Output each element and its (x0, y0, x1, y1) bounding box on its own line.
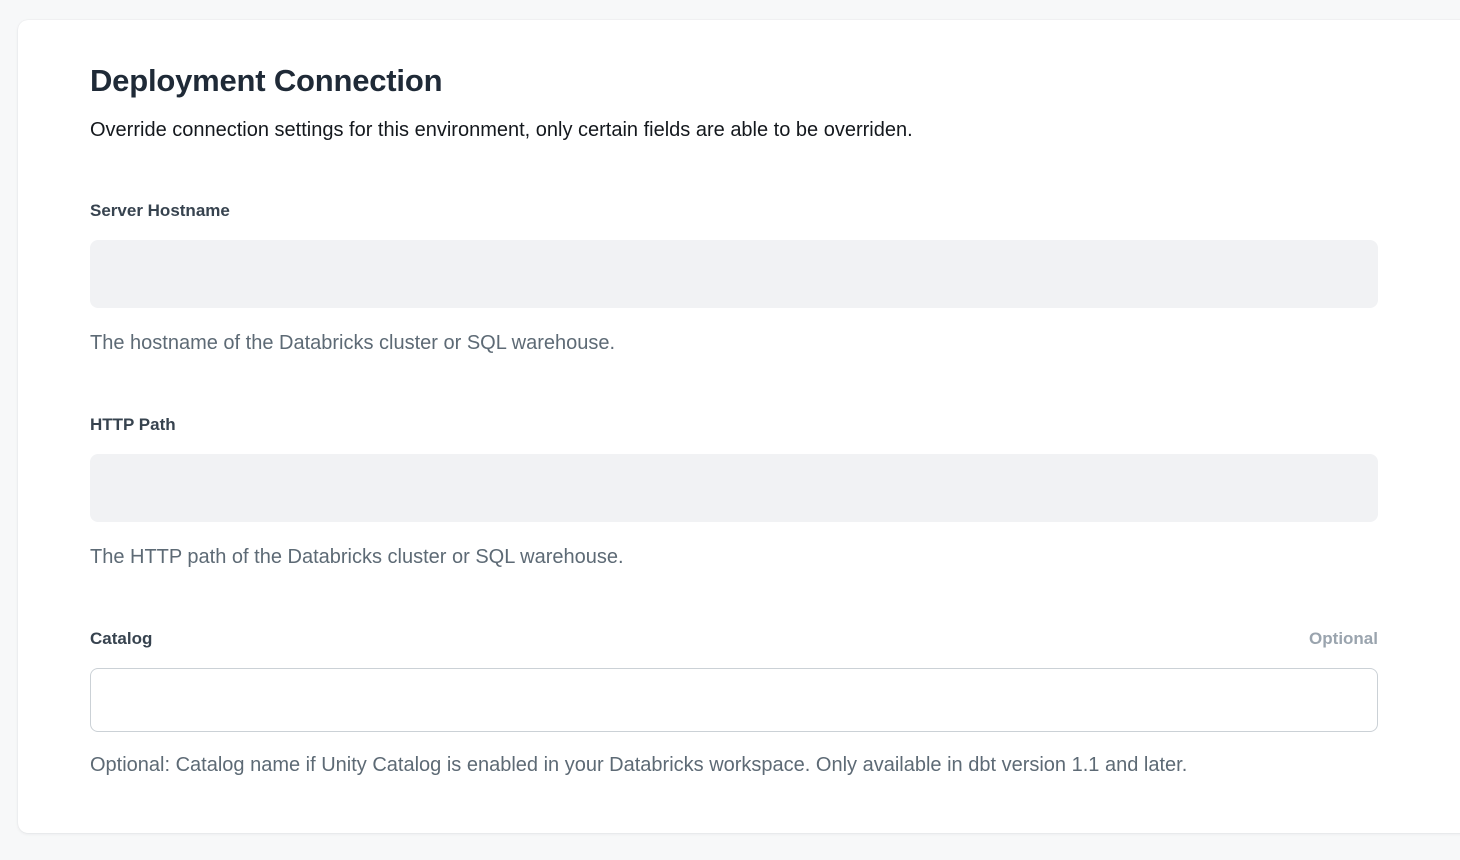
deployment-connection-card: Deployment Connection Override connectio… (18, 20, 1460, 833)
server-hostname-helper: The hostname of the Databricks cluster o… (90, 330, 1378, 356)
server-hostname-input (90, 240, 1378, 308)
page-background: Deployment Connection Override connectio… (0, 0, 1460, 860)
field-catalog: Catalog Optional Optional: Catalog name … (90, 628, 1378, 778)
field-server-hostname: Server Hostname The hostname of the Data… (90, 200, 1378, 356)
page-title: Deployment Connection (90, 62, 1378, 101)
server-hostname-label-row: Server Hostname (90, 200, 1378, 222)
http-path-input (90, 454, 1378, 522)
catalog-helper: Optional: Catalog name if Unity Catalog … (90, 752, 1378, 778)
server-hostname-label: Server Hostname (90, 200, 230, 222)
catalog-label-row: Catalog Optional (90, 628, 1378, 650)
http-path-label: HTTP Path (90, 414, 176, 436)
catalog-label: Catalog (90, 628, 152, 650)
field-http-path: HTTP Path The HTTP path of the Databrick… (90, 414, 1378, 570)
catalog-input[interactable] (90, 668, 1378, 732)
page-subtitle: Override connection settings for this en… (90, 117, 1378, 144)
http-path-label-row: HTTP Path (90, 414, 1378, 436)
card-content: Deployment Connection Override connectio… (90, 20, 1378, 778)
catalog-optional-badge: Optional (1309, 628, 1378, 650)
http-path-helper: The HTTP path of the Databricks cluster … (90, 544, 1378, 570)
